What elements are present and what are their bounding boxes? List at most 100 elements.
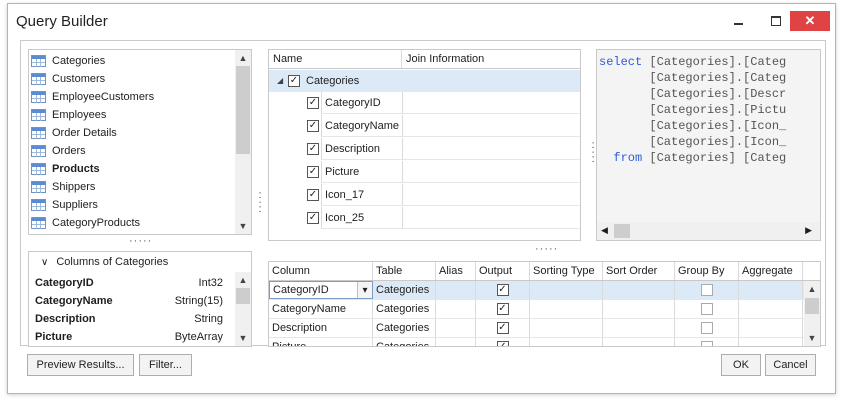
tree-field-row[interactable]: ✓ CategoryName — [269, 115, 580, 138]
tree-field-row[interactable]: ✓ Description — [269, 138, 580, 161]
grid-header-cell[interactable]: Aggregate — [739, 262, 803, 280]
grid-header-cell[interactable]: Sort Order — [603, 262, 675, 280]
grid-cell[interactable]: CategoryName — [269, 300, 373, 318]
grid-row[interactable]: Description Categories ✓ — [269, 319, 804, 338]
column-info-row[interactable]: Description String — [35, 310, 223, 328]
preview-results-button[interactable]: Preview Results... — [27, 354, 134, 376]
grid-header-cell[interactable]: Sorting Type — [530, 262, 603, 280]
splitter-grip-2[interactable]: ····· — [535, 243, 558, 255]
column-info-row[interactable]: CategoryName String(15) — [35, 292, 223, 310]
grid-cell[interactable]: Picture — [269, 338, 373, 346]
scroll-down-icon[interactable]: ▼ — [235, 330, 251, 346]
scroll-down-icon[interactable]: ▼ — [804, 330, 820, 346]
table-list-item[interactable]: Categories — [31, 52, 105, 70]
table-list-item[interactable]: CategoryProducts — [31, 214, 140, 232]
tree-join-cell[interactable] — [402, 92, 580, 114]
grid-cell[interactable]: ✓ — [476, 319, 530, 337]
tree-join-cell[interactable] — [402, 184, 580, 206]
grid-cell[interactable] — [603, 281, 675, 299]
column-info-row[interactable]: Picture ByteArray — [35, 328, 223, 346]
scroll-right-icon[interactable]: ▶ — [805, 225, 812, 236]
grid-cell[interactable] — [675, 319, 739, 337]
tables-scrollbar[interactable]: ▲ ▼ — [235, 50, 251, 234]
grid-scrollbar[interactable]: ▲ ▼ — [804, 281, 820, 346]
group-by-checkbox[interactable] — [700, 303, 713, 315]
output-checkbox[interactable]: ✓ — [496, 303, 509, 315]
tree-field-row[interactable]: ✓ Icon_25 — [269, 207, 580, 230]
grid-cell[interactable] — [530, 319, 603, 337]
grid-cell[interactable]: CategoryID ▾ — [269, 281, 373, 299]
output-checkbox[interactable]: ✓ — [496, 284, 509, 296]
tree-join-cell[interactable] — [402, 161, 580, 183]
tree-field-row[interactable]: ✓ Picture — [269, 161, 580, 184]
scroll-left-icon[interactable]: ◀ — [601, 225, 608, 236]
tree-join-cell[interactable] — [402, 138, 580, 160]
tree-header-join[interactable]: Join Information — [402, 50, 580, 68]
filter-button[interactable]: Filter... — [139, 354, 192, 376]
grid-cell[interactable] — [603, 300, 675, 318]
tree-field-checkbox[interactable]: ✓ — [307, 120, 319, 132]
sql-vscroll[interactable] — [806, 50, 820, 220]
output-checkbox[interactable]: ✓ — [496, 322, 509, 334]
splitter-grip[interactable]: ····· — [129, 235, 152, 247]
sql-preview[interactable]: select [Categories].[Categ [Categories].… — [596, 49, 821, 241]
tree-field-checkbox[interactable]: ✓ — [307, 212, 319, 224]
tree-field-checkbox[interactable]: ✓ — [307, 166, 319, 178]
grid-cell[interactable] — [436, 319, 476, 337]
grid-cell[interactable] — [530, 281, 603, 299]
expand-triangle-icon[interactable]: ◢ — [277, 76, 283, 85]
chevron-down-icon[interactable]: ∨ — [41, 257, 48, 268]
tree-field-checkbox[interactable]: ✓ — [307, 189, 319, 201]
grid-cell[interactable] — [675, 281, 739, 299]
table-list-item[interactable]: Employees — [31, 106, 106, 124]
scroll-thumb[interactable] — [805, 298, 819, 314]
grid-header-cell[interactable]: Column — [269, 262, 373, 280]
splitter-grip-vertical[interactable]: ····· — [254, 191, 266, 214]
group-by-checkbox[interactable] — [700, 284, 713, 296]
grid-row[interactable]: CategoryID ▾ Categories ✓ — [269, 281, 804, 300]
grid-row[interactable]: CategoryName Categories ✓ — [269, 300, 804, 319]
group-by-checkbox[interactable] — [700, 322, 713, 334]
tree-header-name[interactable]: Name — [269, 50, 402, 68]
scroll-up-icon[interactable]: ▲ — [235, 50, 251, 66]
scroll-thumb[interactable] — [236, 288, 250, 304]
tree-field-row[interactable]: ✓ Icon_17 — [269, 184, 580, 207]
group-by-checkbox[interactable] — [700, 341, 713, 346]
grid-cell[interactable]: Description — [269, 319, 373, 337]
grid-cell[interactable] — [739, 300, 803, 318]
tree-join-cell[interactable] — [402, 207, 580, 229]
columns-scrollbar[interactable]: ▲ ▼ — [235, 272, 251, 346]
table-list-item[interactable]: Orders — [31, 142, 86, 160]
tree-root-checkbox[interactable]: ✓ — [288, 75, 300, 87]
table-list-item[interactable]: Suppliers — [31, 196, 98, 214]
grid-header-cell[interactable]: Group By — [675, 262, 739, 280]
grid-header-cell[interactable]: Alias — [436, 262, 476, 280]
sql-hscroll[interactable]: ◀ ▶ — [597, 222, 820, 240]
table-list-item[interactable]: Order Details — [31, 124, 117, 142]
scroll-down-icon[interactable]: ▼ — [235, 218, 251, 234]
table-list-item[interactable]: Customers — [31, 70, 105, 88]
grid-cell[interactable]: Categories — [373, 338, 436, 346]
grid-cell[interactable] — [530, 300, 603, 318]
grid-cell[interactable] — [739, 319, 803, 337]
chevron-down-icon[interactable]: ▾ — [357, 282, 372, 298]
tree-join-cell[interactable] — [402, 115, 580, 137]
table-list-item[interactable]: Products — [31, 160, 100, 178]
grid-cell[interactable] — [675, 300, 739, 318]
grid-cell[interactable] — [436, 338, 476, 346]
tree-field-row[interactable]: ✓ CategoryID — [269, 92, 580, 115]
grid-header-cell[interactable]: Output — [476, 262, 530, 280]
cancel-button[interactable]: Cancel — [765, 354, 816, 376]
grid-cell[interactable]: Categories — [373, 281, 436, 299]
grid-cell[interactable] — [739, 281, 803, 299]
grid-cell[interactable] — [675, 338, 739, 346]
close-button[interactable]: ✕ — [790, 11, 830, 31]
tree-field-checkbox[interactable]: ✓ — [307, 97, 319, 109]
grid-cell[interactable] — [436, 300, 476, 318]
ok-button[interactable]: OK — [721, 354, 761, 376]
grid-cell[interactable]: ✓ — [476, 300, 530, 318]
grid-cell[interactable] — [436, 281, 476, 299]
scroll-thumb[interactable] — [614, 224, 630, 238]
tables-list[interactable]: Categories Customers EmployeeCustomers Empl… — [28, 49, 252, 235]
scroll-up-icon[interactable]: ▲ — [804, 281, 820, 297]
